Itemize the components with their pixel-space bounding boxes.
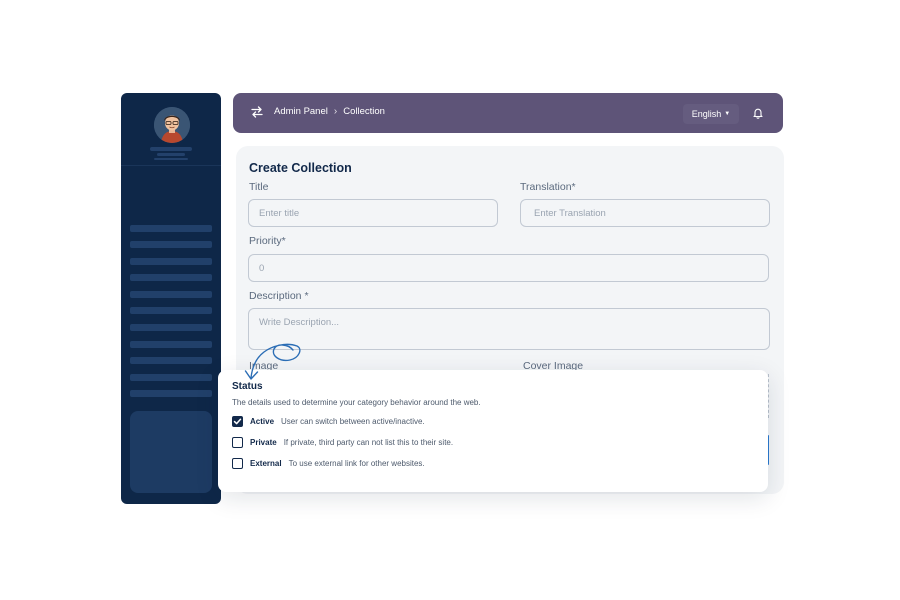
bell-icon[interactable]: [751, 106, 765, 120]
sidebar-item[interactable]: [130, 274, 212, 281]
title-input[interactable]: Enter title: [248, 199, 498, 227]
cover-image-dropzone-edge[interactable]: [768, 374, 769, 418]
sidebar-promo-card: [130, 411, 212, 493]
active-description: User can switch between active/inactive.: [281, 417, 425, 426]
external-checkbox[interactable]: [232, 458, 243, 469]
status-option-private[interactable]: Private If private, third party can not …: [232, 437, 453, 448]
language-select[interactable]: English ▼: [683, 104, 739, 124]
translation-placeholder: Enter Translation: [534, 207, 606, 219]
priority-input[interactable]: 0: [248, 254, 769, 282]
chevron-right-icon: ›: [333, 106, 338, 117]
breadcrumb-item-admin-panel[interactable]: Admin Panel: [274, 106, 328, 117]
form-title: Create Collection: [249, 161, 352, 175]
sidebar-item[interactable]: [130, 291, 212, 298]
user-role-placeholder: [157, 153, 185, 156]
avatar[interactable]: [154, 107, 190, 143]
sidebar-item[interactable]: [130, 374, 212, 381]
private-checkbox[interactable]: [232, 437, 243, 448]
sidebar-item[interactable]: [130, 241, 212, 248]
sidebar-item[interactable]: [130, 258, 212, 265]
user-name-placeholder: [150, 147, 192, 151]
sidebar-item[interactable]: [130, 324, 212, 331]
active-label: Active: [250, 417, 275, 426]
description-placeholder: Write Description...: [259, 317, 340, 328]
private-label: Private: [250, 438, 277, 447]
status-option-external[interactable]: External To use external link for other …: [232, 458, 425, 469]
caret-down-icon: ▼: [724, 111, 731, 117]
user-meta-placeholder: [154, 158, 188, 160]
swap-arrows-icon[interactable]: [250, 105, 264, 119]
external-label: External: [250, 459, 282, 468]
active-checkbox[interactable]: [232, 416, 243, 427]
sidebar-item[interactable]: [130, 390, 212, 397]
sidebar-item[interactable]: [130, 341, 212, 348]
priority-placeholder: 0: [259, 262, 265, 274]
private-description: If private, third party can not list thi…: [283, 438, 454, 447]
checkmark-icon: [233, 418, 242, 425]
sidebar-item[interactable]: [130, 307, 212, 314]
sidebar-item[interactable]: [130, 357, 212, 364]
top-header: Admin Panel › Collection English ▼: [233, 93, 783, 133]
app-window: Admin Panel › Collection English ▼ Creat…: [0, 0, 900, 600]
translation-label: Translation*: [520, 181, 576, 193]
breadcrumb: Admin Panel › Collection: [274, 106, 385, 117]
description-textarea[interactable]: Write Description...: [248, 308, 770, 350]
sidebar-item[interactable]: [130, 225, 212, 232]
sidebar: [121, 93, 221, 504]
priority-label: Priority*: [249, 235, 286, 247]
language-label: English: [691, 109, 722, 119]
breadcrumb-item-collection: Collection: [343, 106, 385, 117]
title-placeholder: Enter title: [259, 207, 300, 219]
status-option-active[interactable]: Active User can switch between active/in…: [232, 416, 425, 427]
status-description: The details used to determine your categ…: [232, 398, 481, 407]
title-label: Title: [249, 181, 269, 193]
status-panel: Status The details used to determine you…: [218, 370, 768, 492]
sidebar-divider: [121, 165, 221, 166]
external-description: To use external link for other websites.: [288, 459, 425, 468]
curly-arrow-icon: [244, 343, 301, 380]
translation-input[interactable]: Enter Translation: [520, 199, 770, 227]
avatar-image: [154, 107, 190, 143]
description-label: Description *: [249, 290, 309, 302]
